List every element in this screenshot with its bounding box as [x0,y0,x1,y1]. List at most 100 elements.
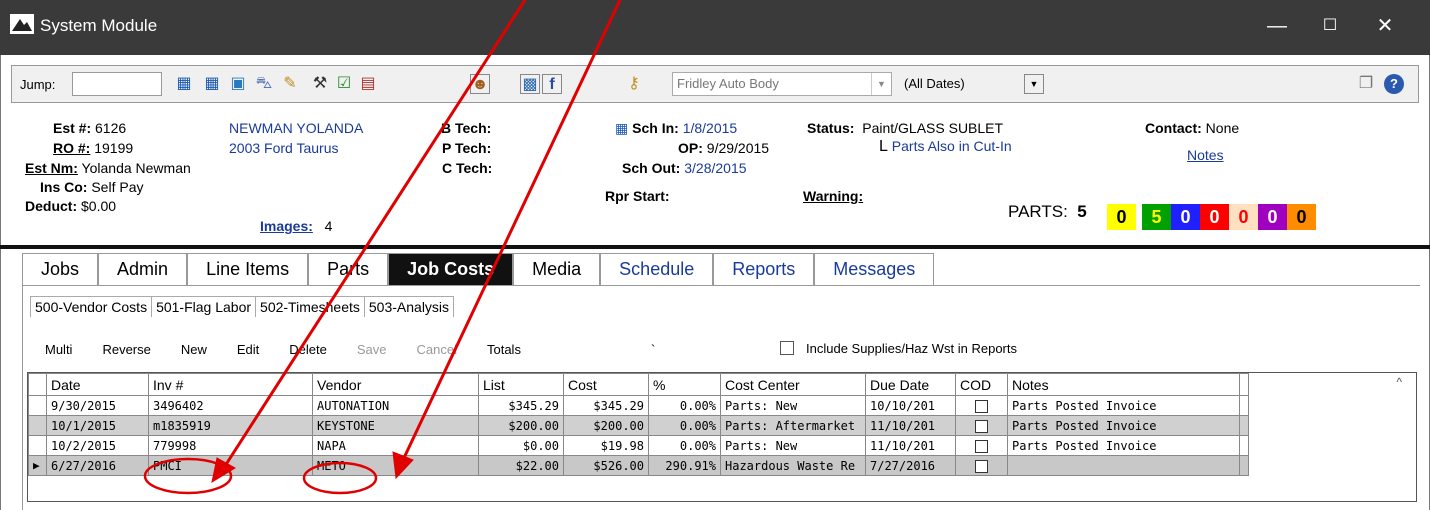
tab-parts[interactable]: Parts [308,253,389,285]
subtab-1[interactable]: 501-Flag Labor [151,296,257,317]
images-link[interactable]: Images: [260,218,313,234]
column-header[interactable]: % [648,373,721,396]
table-cell[interactable]: 7/27/2016 [865,455,956,476]
calendar-icon[interactable]: ▦ [615,120,628,136]
table-cell[interactable]: $200.00 [478,415,564,436]
table-cell[interactable]: 0.00% [648,415,721,436]
table-cell[interactable]: m1835919 [148,415,313,436]
table-row[interactable]: 9/30/2015 3496402 AUTONATION $345.29 $345.29… [28,395,1249,416]
column-header[interactable]: Notes [1007,373,1240,396]
table-cell[interactable]: 11/10/201 [865,435,956,456]
table-cell[interactable]: $345.29 [478,395,564,416]
table-cell[interactable]: KEYSTONE [312,415,479,436]
scroll-up-icon[interactable]: ^ [1396,375,1402,389]
key-icon[interactable]: ⚷ [624,74,644,94]
table-cell[interactable]: AUTONATION [312,395,479,416]
tab-messages[interactable]: Messages [814,253,935,285]
chevron-down-icon[interactable]: ▼ [1024,74,1044,94]
table-cell[interactable]: 290.91% [648,455,721,476]
table-cell[interactable]: METO [312,455,479,476]
grid-icon[interactable]: ▦ [174,74,194,94]
cod-checkbox[interactable] [975,439,988,453]
row-selector[interactable] [28,395,47,416]
tools-icon[interactable]: ⚒ [310,74,330,94]
tab-reports[interactable]: Reports [713,253,815,285]
column-header[interactable]: Due Date [865,373,956,396]
tab-media[interactable]: Media [513,253,601,285]
tab-line-items[interactable]: Line Items [187,253,309,285]
table-cell[interactable]: Parts: New [720,435,866,456]
facebook-icon[interactable]: f [542,74,562,94]
table-row[interactable]: 10/1/2015 m1835919 KEYSTONE $200.00 $200.00 0… [28,415,1249,436]
column-header[interactable]: Date [46,373,149,396]
tab-jobs[interactable]: Jobs [22,253,99,285]
card-icon[interactable]: ▣ [228,74,248,94]
table-cell[interactable]: Parts: Aftermarket [720,415,866,436]
column-header[interactable]: Inv # [148,373,313,396]
table-row[interactable]: ▶ 6/27/2016 PMCI METO $22.00 $526.00 290.91% Ha… [28,455,1249,476]
row-selector[interactable]: ▶ [28,455,47,476]
row-selector[interactable] [28,415,47,436]
table-cell[interactable]: $19.98 [563,435,649,456]
new-button[interactable]: New [181,342,207,357]
table-cell[interactable]: $345.29 [563,395,649,416]
table-cell[interactable]: 11/10/201 [865,415,956,436]
column-header[interactable]: Vendor [312,373,479,396]
table-cell[interactable]: NAPA [312,435,479,456]
subtab-2[interactable]: 502-Timesheets [255,296,365,317]
include-supplies-checkbox[interactable] [780,341,794,355]
table-cell[interactable]: 6/27/2016 [46,455,149,476]
table-cell[interactable]: 10/1/2015 [46,415,149,436]
close-button[interactable]: ✕ [1370,12,1400,40]
clipboard-icon[interactable]: ▤ [358,74,378,94]
table-cell[interactable]: 0.00% [648,395,721,416]
reverse-button[interactable]: Reverse [102,342,150,357]
table-icon[interactable]: ▦ [202,74,222,94]
cod-checkbox-cell[interactable] [955,455,1008,476]
copy-icon[interactable]: ❐ [1356,74,1376,94]
tab-job-costs[interactable]: Job Costs [388,253,514,285]
cod-checkbox[interactable] [975,419,988,433]
table-cell[interactable]: 3496402 [148,395,313,416]
column-header[interactable]: Cost Center [720,373,866,396]
save-button[interactable]: Save [357,342,387,357]
table-cell[interactable]: PMCI [148,455,313,476]
table-cell[interactable]: $0.00 [478,435,564,456]
table-cell[interactable] [1007,455,1240,476]
cod-checkbox-cell[interactable] [955,415,1008,436]
table-cell[interactable]: Hazardous Waste Re [720,455,866,476]
car-icon[interactable]: ⛍ [254,74,274,94]
table-cell[interactable]: 10/10/201 [865,395,956,416]
minimize-button[interactable]: — [1262,12,1292,40]
table-cell[interactable]: Parts: New [720,395,866,416]
calculator-icon[interactable]: ▩ [520,74,540,94]
table-cell[interactable]: 779998 [148,435,313,456]
table-cell[interactable]: 9/30/2015 [46,395,149,416]
cod-checkbox[interactable] [975,399,988,413]
table-cell[interactable]: 0.00% [648,435,721,456]
checklist-icon[interactable]: ☑ [334,74,354,94]
table-cell[interactable]: $200.00 [563,415,649,436]
totals-button[interactable]: Totals [487,342,521,357]
edit-button[interactable]: Edit [237,342,259,357]
table-cell[interactable]: $526.00 [563,455,649,476]
pen-icon[interactable]: ✎ [280,74,300,94]
table-cell[interactable]: $22.00 [478,455,564,476]
cod-checkbox-cell[interactable] [955,395,1008,416]
date-filter-select[interactable]: (All Dates) ▼ [904,72,1044,96]
column-header[interactable]: COD [955,373,1008,396]
column-header[interactable]: Cost [563,373,649,396]
tab-admin[interactable]: Admin [98,253,188,285]
cod-checkbox-cell[interactable] [955,435,1008,456]
cancel-button[interactable]: Cancel [417,342,457,357]
column-header[interactable]: List [478,373,564,396]
maximize-button[interactable]: ☐ [1315,12,1345,40]
help-icon[interactable]: ? [1384,74,1404,94]
ro-label[interactable]: RO #: [53,140,90,156]
table-cell[interactable]: Parts Posted Invoice [1007,435,1240,456]
delete-button[interactable]: Delete [289,342,327,357]
shop-select[interactable]: Fridley Auto Body ▼ [672,72,892,96]
subtab-0[interactable]: 500-Vendor Costs [30,296,153,317]
subtab-3[interactable]: 503-Analysis [363,296,455,317]
notes-link[interactable]: Notes [1187,147,1224,163]
